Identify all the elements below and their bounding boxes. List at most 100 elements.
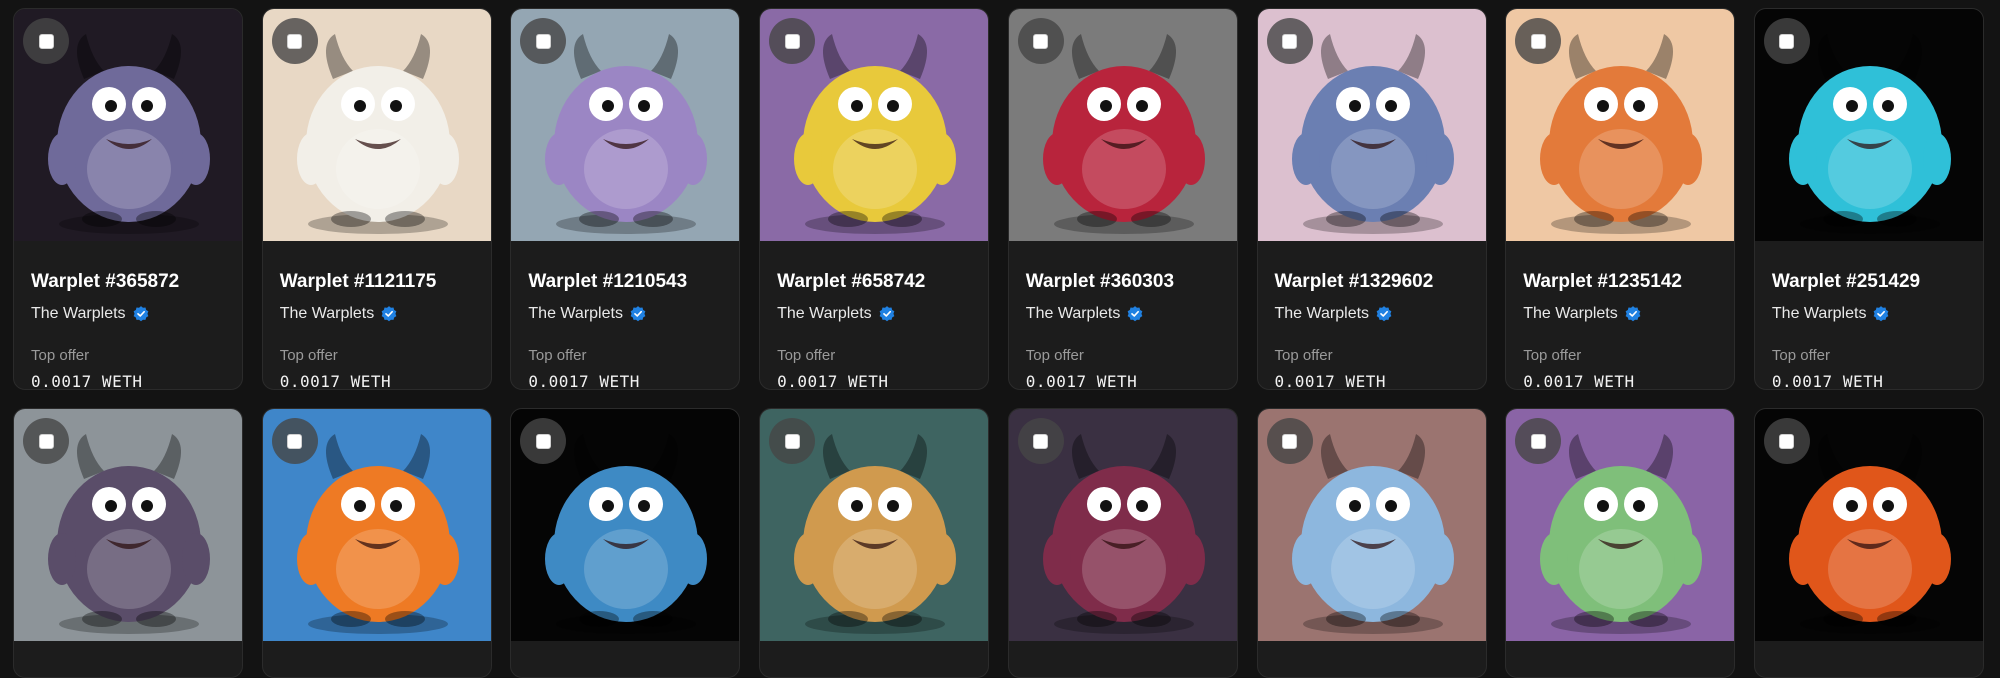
nft-info: Warplet #251429 The Warplets Top offer 0.00… — [1755, 271, 1983, 390]
nft-card[interactable]: Warplet #1210543 The Warplets Top offer 0.0… — [510, 8, 741, 390]
nft-card[interactable]: Warplet #1329602 The Warplets Top offer 0.0… — [1256, 8, 1487, 390]
nft-card[interactable] — [1505, 408, 1736, 678]
nft-thumbnail[interactable] — [262, 9, 491, 241]
top-offer-value: 0.0017 WETH — [1523, 372, 1635, 390]
collection-name: The Warplets — [1274, 305, 1370, 322]
nft-card[interactable]: Warplet #1121175 The Warplets Top offer 0.0… — [261, 8, 492, 390]
checkbox-icon — [1282, 33, 1297, 49]
nft-name[interactable]: Warplet #658742 — [777, 271, 971, 293]
top-offer-value: 0.0017 WETH — [528, 372, 640, 390]
collection-name: The Warplets — [528, 305, 623, 322]
verified-badge-icon — [381, 306, 397, 322]
checkbox-icon — [784, 33, 800, 49]
select-checkbox[interactable] — [1017, 418, 1064, 464]
nft-card[interactable] — [261, 408, 492, 678]
nft-name[interactable]: Warplet #365872 — [31, 271, 225, 293]
collection-link[interactable]: The Warplets — [528, 305, 722, 323]
nft-thumbnail[interactable] — [1506, 409, 1735, 641]
top-offer-label: Top offer — [1771, 347, 1830, 364]
top-offer-value: 0.0017 WETH — [31, 372, 143, 390]
checkbox-icon — [38, 33, 54, 49]
nft-thumbnail[interactable] — [1506, 9, 1735, 241]
collection-link[interactable]: The Warplets — [1275, 305, 1469, 323]
collection-link[interactable]: The Warplets — [1772, 305, 1966, 323]
checkbox-icon — [1779, 433, 1795, 449]
collection-link[interactable]: The Warplets — [280, 305, 474, 323]
top-offer-value: 0.0017 WETH — [1771, 372, 1884, 390]
top-offer-label: Top offer — [777, 347, 836, 364]
nft-card[interactable] — [1256, 408, 1487, 678]
nft-thumbnail[interactable] — [511, 9, 740, 241]
top-offer-label: Top offer — [528, 347, 587, 364]
verified-badge-icon — [1625, 306, 1641, 322]
verified-badge-icon — [879, 306, 894, 322]
checkbox-icon — [287, 33, 303, 49]
nft-thumbnail[interactable] — [1257, 9, 1486, 241]
select-checkbox[interactable] — [769, 418, 816, 464]
nft-thumbnail[interactable] — [1008, 9, 1237, 241]
collection-link[interactable]: The Warplets — [777, 305, 971, 323]
nft-card[interactable]: Warplet #365872 The Warplets Top offer 0.00… — [13, 8, 243, 390]
top-offer-label: Top offer — [1523, 347, 1582, 364]
nft-card[interactable] — [759, 408, 990, 678]
select-checkbox[interactable] — [1266, 418, 1313, 464]
nft-name[interactable]: Warplet #360303 — [1026, 271, 1220, 293]
select-checkbox[interactable] — [769, 18, 816, 64]
nft-thumbnail[interactable] — [760, 409, 989, 641]
select-checkbox[interactable] — [1017, 18, 1064, 64]
collection-name: The Warplets — [31, 305, 126, 322]
top-offer-label: Top offer — [1274, 347, 1333, 364]
collection-link[interactable]: The Warplets — [1523, 305, 1717, 323]
collection-link[interactable]: The Warplets — [31, 305, 225, 323]
select-checkbox[interactable] — [1763, 418, 1810, 464]
select-checkbox[interactable] — [23, 18, 69, 64]
nft-info: Warplet #1210543 The Warplets Top offer 0.0… — [511, 271, 739, 390]
checkbox-icon — [38, 433, 54, 449]
nft-info: Warplet #1329602 The Warplets Top offer 0.0… — [1258, 271, 1486, 390]
nft-thumbnail[interactable] — [1754, 9, 1983, 241]
nft-info: Warplet #360303 The Warplets Top offer 0.00… — [1009, 271, 1237, 390]
collection-link[interactable]: The Warplets — [1026, 305, 1220, 323]
top-offer-value: 0.0017 WETH — [1274, 372, 1386, 390]
nft-card[interactable] — [1753, 408, 1984, 678]
select-checkbox[interactable] — [1266, 18, 1313, 64]
nft-thumbnail[interactable] — [1257, 409, 1486, 641]
nft-thumbnail[interactable] — [1008, 409, 1237, 641]
checkbox-icon — [1033, 33, 1049, 49]
top-offer-label: Top offer — [31, 347, 90, 364]
nft-card[interactable] — [1007, 408, 1238, 678]
select-checkbox[interactable] — [23, 418, 69, 464]
collection-name: The Warplets — [777, 305, 872, 322]
nft-thumbnail[interactable] — [14, 409, 242, 641]
top-offer-label: Top offer — [1025, 347, 1084, 364]
verified-badge-icon — [133, 306, 148, 322]
nft-card[interactable]: Warplet #360303 The Warplets Top offer 0.00… — [1007, 8, 1238, 390]
collection-name: The Warplets — [1523, 305, 1618, 322]
select-checkbox[interactable] — [1515, 418, 1562, 464]
nft-name[interactable]: Warplet #251429 — [1772, 271, 1966, 293]
select-checkbox[interactable] — [271, 18, 318, 64]
nft-info: Warplet #1121175 The Warplets Top offer 0.0… — [263, 271, 491, 389]
top-offer-value: 0.0017 WETH — [1025, 372, 1138, 390]
nft-grid: Warplet #365872 The Warplets Top offer 0.00… — [0, 0, 2000, 678]
nft-thumbnail[interactable] — [14, 9, 242, 241]
select-checkbox[interactable] — [1763, 18, 1810, 64]
verified-badge-icon — [630, 306, 646, 322]
select-checkbox[interactable] — [271, 418, 318, 464]
nft-card[interactable]: Warplet #1235142 The Warplets Top offer 0.0… — [1505, 8, 1736, 390]
nft-name[interactable]: Warplet #1121175 — [280, 271, 474, 293]
nft-name[interactable]: Warplet #1329602 — [1275, 271, 1469, 293]
nft-card[interactable]: Warplet #251429 The Warplets Top offer 0.00… — [1753, 8, 1984, 390]
nft-thumbnail[interactable] — [262, 409, 491, 641]
nft-name[interactable]: Warplet #1235142 — [1523, 271, 1717, 293]
nft-thumbnail[interactable] — [511, 409, 740, 641]
nft-thumbnail[interactable] — [1754, 409, 1983, 641]
collection-name: The Warplets — [1771, 305, 1867, 322]
select-checkbox[interactable] — [1515, 18, 1562, 64]
nft-info: Warplet #1235142 The Warplets Top offer 0.0… — [1506, 271, 1734, 390]
nft-card[interactable] — [510, 408, 741, 678]
nft-name[interactable]: Warplet #1210543 — [528, 271, 722, 293]
nft-card[interactable] — [13, 408, 243, 678]
nft-card[interactable]: Warplet #658742 The Warplets Top offer 0.00… — [759, 8, 990, 390]
nft-thumbnail[interactable] — [760, 9, 989, 241]
